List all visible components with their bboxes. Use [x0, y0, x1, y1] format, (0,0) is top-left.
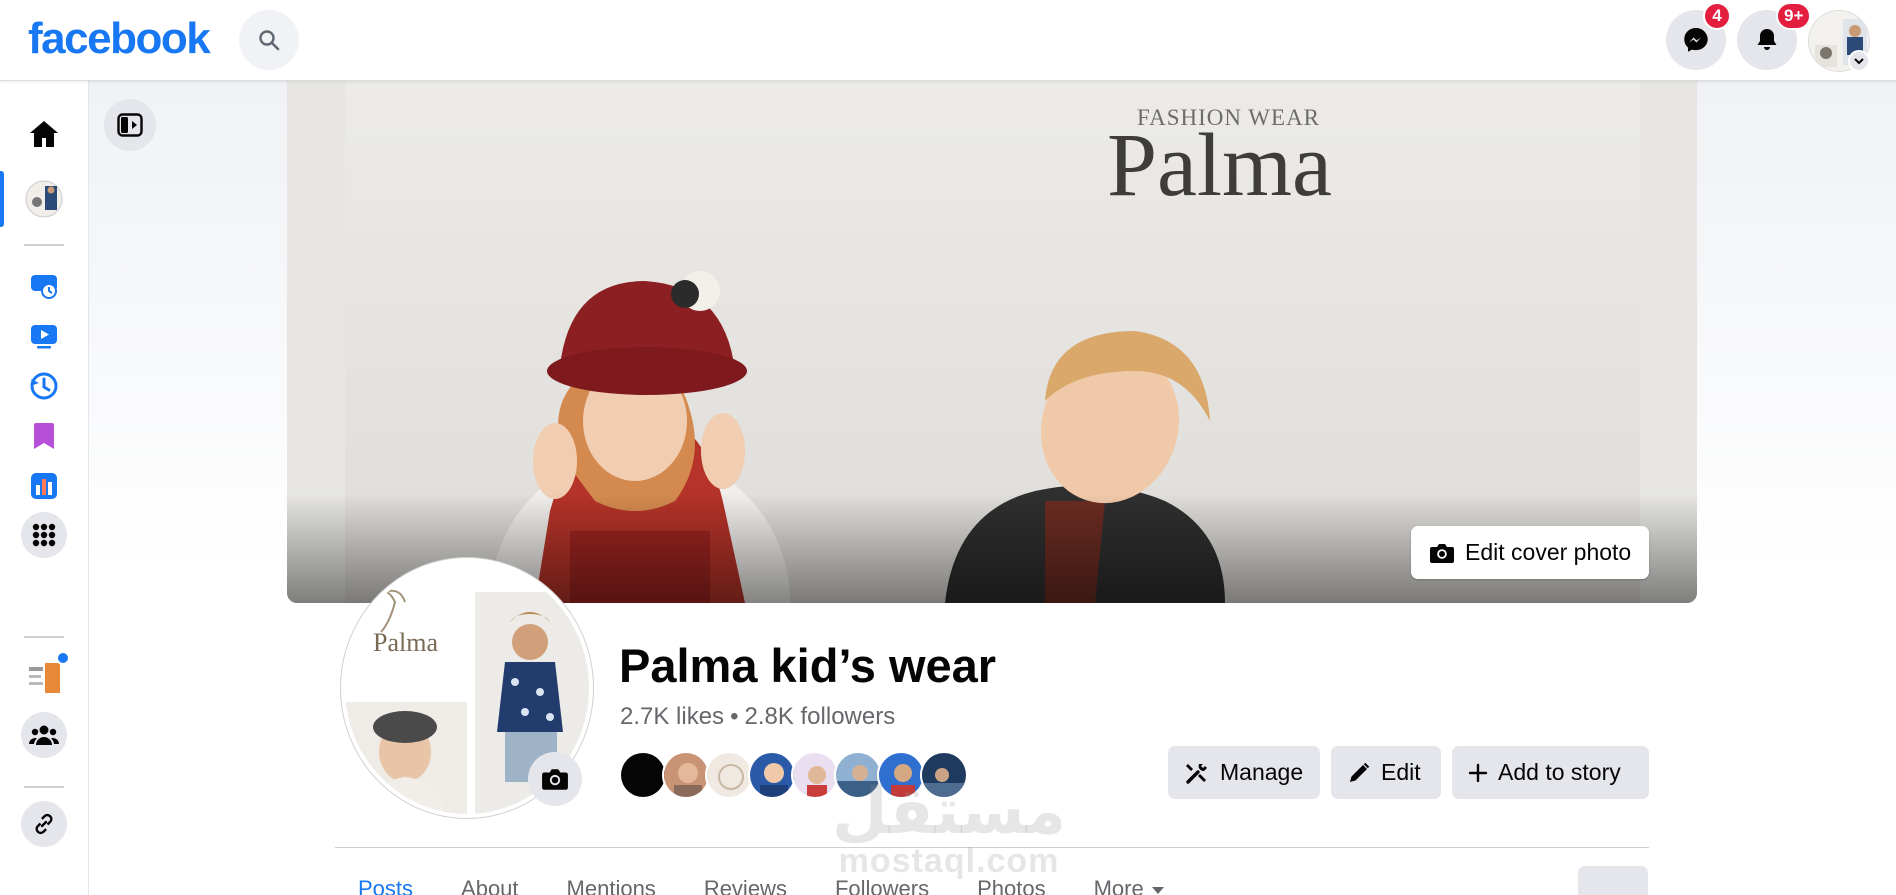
page-title: Palma kid’s wear	[619, 639, 997, 692]
account-menu-chevron[interactable]	[1848, 50, 1870, 72]
stats-separator: •	[730, 703, 739, 730]
messenger-icon	[1684, 28, 1708, 52]
update-profile-picture-button[interactable]	[528, 752, 582, 806]
link-icon	[35, 813, 53, 835]
follower-avatar[interactable]	[705, 751, 753, 799]
cover-brand-text: Palma	[1107, 116, 1332, 215]
camera-icon	[542, 769, 568, 790]
notification-dot	[56, 651, 70, 665]
tab-posts[interactable]: Posts	[334, 876, 437, 895]
tab-about[interactable]: About	[437, 876, 543, 895]
tab-reviews[interactable]: Reviews	[680, 876, 811, 895]
more-options-button[interactable]: ...	[1578, 866, 1648, 895]
cover-photo: Palma FASHION WEAR	[287, 81, 1697, 603]
cover-brand-tagline: FASHION WEAR	[1137, 105, 1321, 130]
rail-video[interactable]	[21, 313, 67, 359]
search-button[interactable]	[239, 10, 299, 70]
rail-business-suite[interactable]	[21, 263, 67, 309]
toggle-panel-button[interactable]	[104, 99, 156, 151]
rail-divider	[24, 244, 64, 246]
tools-icon	[1186, 763, 1207, 784]
follower-avatar[interactable]	[619, 751, 667, 799]
watermark: مستقل mostaql.com	[832, 780, 1066, 878]
sidebar-toggle-icon	[117, 113, 143, 137]
rail-saved[interactable]	[21, 413, 67, 459]
add-to-story-button[interactable]: Add to story	[1452, 746, 1649, 799]
page-stats: 2.7K likes • 2.8K followers	[620, 703, 895, 731]
search-icon	[259, 30, 280, 51]
followers-count[interactable]: 2.8K followers	[744, 703, 895, 730]
watermark-arabic: مستقل	[832, 775, 1067, 849]
rail-page-profile[interactable]	[21, 176, 67, 222]
messenger-badge: 4	[1703, 2, 1731, 30]
bookmark-icon	[34, 423, 54, 449]
rail-all-apps[interactable]	[21, 512, 67, 558]
bell-icon	[1757, 29, 1777, 50]
edit-cover-photo-button[interactable]: Edit cover photo	[1411, 526, 1649, 579]
add-to-story-label: Add to story	[1498, 759, 1621, 785]
plus-icon	[1468, 763, 1488, 782]
follower-avatar[interactable]	[662, 751, 710, 799]
likes-count[interactable]: 2.7K likes	[620, 703, 724, 730]
manage-label: Manage	[1220, 759, 1304, 785]
manage-button[interactable]: Manage	[1168, 746, 1320, 799]
caret-down-icon	[1151, 886, 1164, 894]
page-tabs: Posts About Mentions Reviews Followers P…	[334, 876, 1188, 895]
chart-icon	[31, 473, 57, 499]
camera-icon	[1430, 543, 1454, 563]
home-icon	[30, 121, 58, 147]
profile-brand-text: Palma	[373, 628, 438, 657]
active-indicator	[0, 171, 4, 227]
edit-label: Edit	[1381, 759, 1421, 785]
clock-icon	[30, 372, 58, 400]
chevron-down-icon	[1854, 58, 1864, 65]
rail-link[interactable]	[21, 801, 67, 847]
rail-memories[interactable]	[21, 363, 67, 409]
facebook-logo[interactable]: facebook	[28, 14, 211, 64]
left-shortcut-rail	[0, 81, 89, 895]
edit-button[interactable]: Edit	[1331, 746, 1441, 799]
grid-dots-icon	[32, 523, 56, 547]
groups-icon	[29, 725, 59, 745]
rail-divider	[24, 786, 64, 788]
pencil-icon	[1350, 762, 1370, 782]
edit-cover-photo-label: Edit cover photo	[1465, 539, 1632, 565]
rail-insights[interactable]	[21, 463, 67, 509]
rail-groups[interactable]	[21, 712, 67, 758]
tab-mentions[interactable]: Mentions	[543, 876, 680, 895]
rail-home[interactable]	[21, 111, 67, 157]
rail-divider	[24, 636, 64, 638]
shortcut-avatar-icon	[26, 660, 62, 696]
watermark-latin: mostaql.com	[838, 842, 1060, 880]
notifications-badge: 9+	[1776, 2, 1812, 30]
video-icon	[31, 325, 57, 349]
top-navigation-bar: facebook 4 9+	[0, 0, 1896, 81]
follower-avatar[interactable]	[748, 751, 796, 799]
page-avatar-icon	[25, 180, 63, 218]
business-suite-icon	[31, 275, 57, 299]
tab-more[interactable]: More	[1070, 876, 1188, 895]
tab-more-label: More	[1093, 876, 1144, 895]
